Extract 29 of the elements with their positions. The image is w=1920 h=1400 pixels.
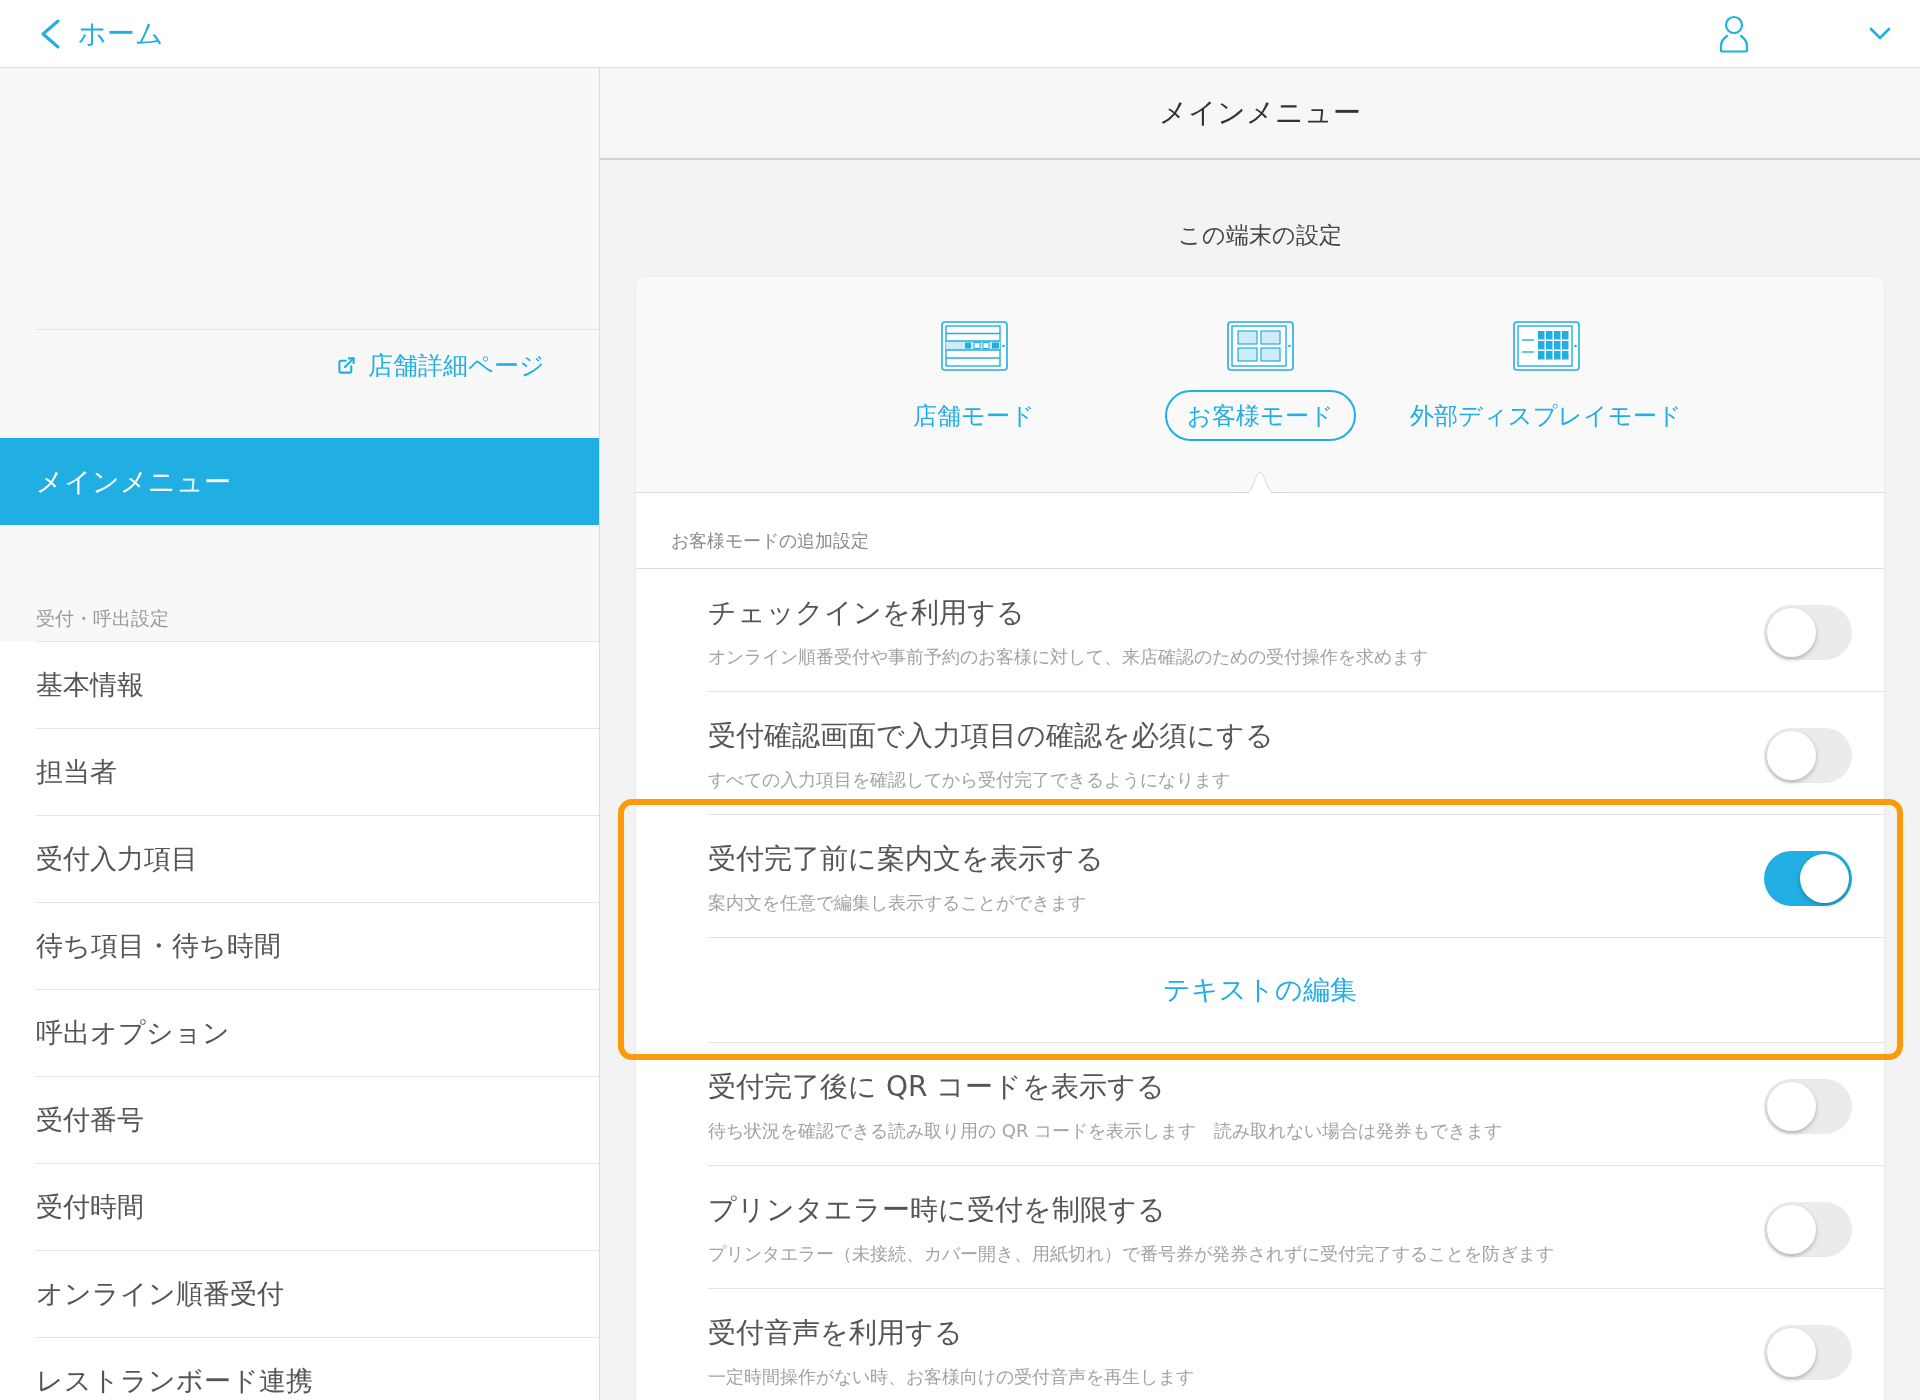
- tablet-tiles-icon: [1512, 321, 1580, 371]
- setting-description: オンライン順番受付や事前予約のお客様に対して、来店確認のための受付操作を求めます: [708, 645, 1428, 669]
- dropdown-chevron-icon[interactable]: [1869, 27, 1891, 40]
- setting-title: 受付確認画面で入力項目の確認を必須にする: [708, 719, 1274, 753]
- setting-title: チェックインを利用する: [708, 596, 1025, 630]
- section-label: お客様モードの追加設定: [671, 529, 869, 553]
- setting-title: 受付音声を利用する: [708, 1316, 963, 1350]
- back-chevron-icon: [40, 18, 60, 49]
- setting-description: プリンタエラー（未接続、カバー開き、用紙切れ）で番号券が発券されずに受付完了することを防ぎます: [708, 1242, 1554, 1266]
- setting-description: すべての入力項目を確認してから受付完了できるようになります: [708, 768, 1230, 792]
- toggle-switch[interactable]: [1764, 1079, 1852, 1134]
- setting-description: 待ち状況を確認できる読み取り用の QR コードを表示します 読み取れない場合は発券もできます: [708, 1119, 1503, 1143]
- tablet-grid-icon: [1226, 321, 1294, 371]
- toggle-switch[interactable]: [1764, 851, 1852, 906]
- toggle-switch[interactable]: [1764, 605, 1852, 660]
- external-link-icon: [337, 356, 356, 375]
- toggle-switch[interactable]: [1764, 728, 1852, 783]
- page-title: メインメニュー: [1159, 96, 1361, 130]
- user-account-icon[interactable]: [1718, 14, 1750, 53]
- setting-title: 受付完了後に QR コードを表示する: [708, 1070, 1166, 1104]
- setting-title: プリンタエラー時に受付を制限する: [708, 1193, 1166, 1227]
- toggle-switch[interactable]: [1764, 1325, 1852, 1380]
- toggle-switch[interactable]: [1764, 1202, 1852, 1257]
- setting-description: 一定時間操作がない時、お客様向けの受付音声を再生します: [708, 1365, 1194, 1389]
- section-heading: この端末の設定: [1178, 222, 1342, 248]
- setting-description: 案内文を任意で編集し表示することができます: [708, 891, 1086, 915]
- section-heading: 受付・呼出設定: [36, 606, 169, 630]
- setting-title: 受付完了前に案内文を表示する: [708, 842, 1104, 876]
- tablet-list-icon: [940, 321, 1008, 371]
